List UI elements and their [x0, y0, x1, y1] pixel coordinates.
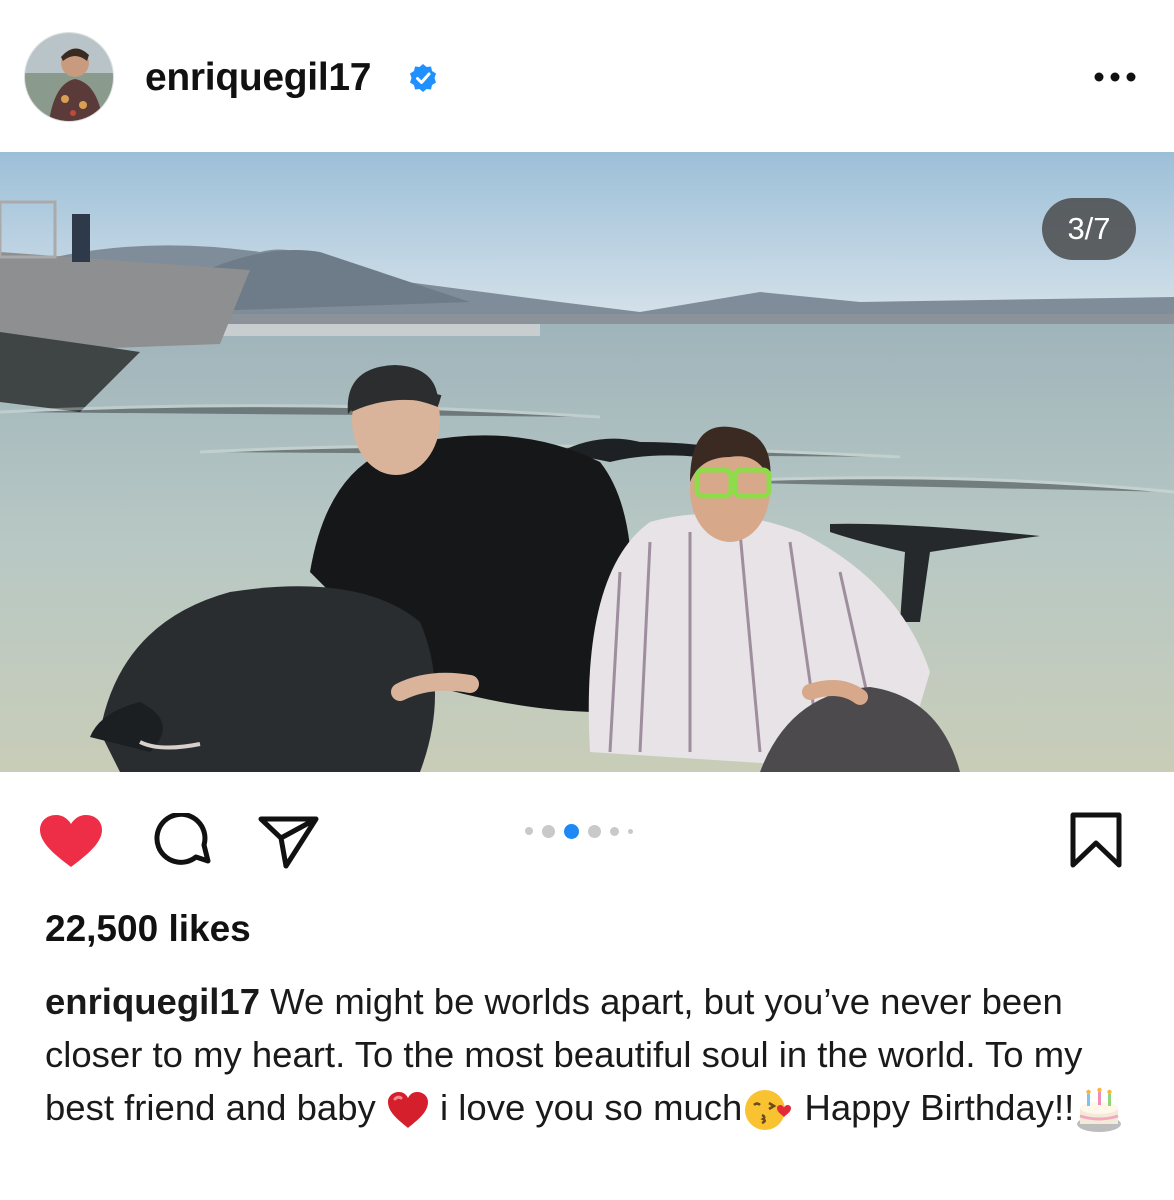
- carousel-dot: [525, 827, 533, 835]
- carousel-dot: [542, 824, 555, 838]
- birthday-cake-emoji: [1077, 1088, 1122, 1133]
- share-icon[interactable]: [256, 814, 322, 870]
- caption-text: i love you so much: [429, 1087, 743, 1128]
- carousel-dot: [628, 828, 633, 834]
- comment-icon[interactable]: [150, 813, 212, 867]
- bookmark-icon[interactable]: [1070, 812, 1122, 868]
- more-options-icon[interactable]: [1090, 60, 1140, 94]
- heart-icon[interactable]: [38, 813, 104, 869]
- carousel-dot: [610, 826, 619, 836]
- likes-count[interactable]: 22,500 likes: [45, 908, 251, 950]
- caption-text: Happy Birthday!!: [794, 1087, 1075, 1128]
- verified-badge-icon: [410, 64, 436, 92]
- image-counter: 3/7: [1042, 198, 1136, 260]
- carousel-dot: [588, 824, 601, 838]
- avatar[interactable]: [25, 33, 113, 121]
- carousel-dot-active: [564, 823, 579, 839]
- caption-username[interactable]: enriquegil17: [45, 981, 260, 1022]
- post-username[interactable]: enriquegil17: [145, 56, 371, 100]
- caption: enriquegil17 We might be worlds apart, b…: [45, 975, 1135, 1134]
- post-header: enriquegil17: [0, 0, 1174, 150]
- red-heart-emoji: [387, 1092, 428, 1129]
- carousel-dots: [525, 818, 633, 844]
- kiss-face-emoji: [745, 1090, 792, 1131]
- post-image[interactable]: [0, 152, 1174, 772]
